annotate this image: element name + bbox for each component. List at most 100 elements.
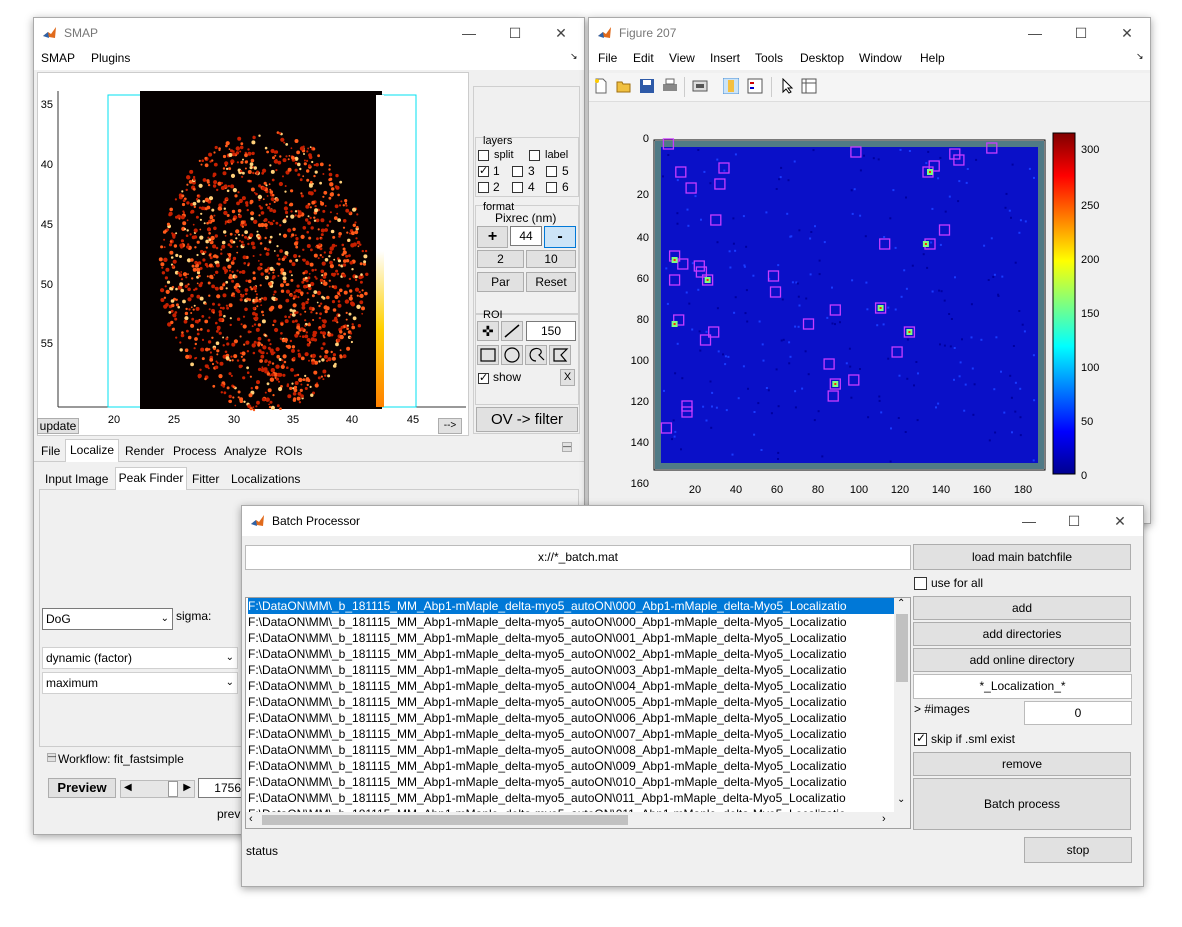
use-for-all-checkbox[interactable] [914,577,927,590]
split-checkbox[interactable] [478,150,489,161]
ellipse-roi-button[interactable] [501,345,523,365]
figure-titlebar[interactable]: Figure 207 — ☐ ✕ [589,18,1150,48]
point-roi-button[interactable]: ✜ [477,321,499,341]
chevron-down-icon[interactable]: ⌄ [897,794,905,805]
dog-select[interactable]: DoG ⌄ [42,608,173,630]
dock-arrow-icon[interactable]: ↘ [1136,51,1144,62]
chevron-left-icon[interactable]: ◀ [124,782,132,793]
workflow-collapse-button[interactable]: — [47,753,56,762]
subtab-input-image[interactable]: Input Image [45,472,108,486]
close-icon[interactable]: ✕ [550,22,572,44]
layer-1-checkbox[interactable]: ✓ [478,165,489,177]
file-list-item[interactable]: F:\DataON\MM\_b_181115_MM_Abp1-mMaple_de… [248,726,894,742]
minimize-icon[interactable]: — [1018,510,1040,532]
menu-view[interactable]: View [669,51,695,65]
file-list-item[interactable]: F:\DataON\MM\_b_181115_MM_Abp1-mMaple_de… [248,742,894,758]
file-list-item[interactable]: F:\DataON\MM\_b_181115_MM_Abp1-mMaple_de… [248,662,894,678]
frame-input[interactable]: 1756 [198,778,246,798]
menu-window[interactable]: Window [859,51,902,65]
layer-4-checkbox[interactable] [512,182,523,193]
frame-slider[interactable]: ◀ ▶ [120,780,195,798]
file-list-item[interactable]: F:\DataON\MM\_b_181115_MM_Abp1-mMaple_de… [248,774,894,790]
pixrec-2-button[interactable]: 2 [477,250,524,268]
label-checkbox[interactable] [529,150,540,161]
pointer-icon[interactable] [779,78,795,94]
load-main-batchfile-button[interactable]: load main batchfile [913,544,1131,570]
layer-3-checkbox[interactable] [512,166,523,177]
line-roi-button[interactable] [501,321,523,341]
chevron-right-icon[interactable]: › [882,813,886,825]
menu-edit[interactable]: Edit [633,51,654,65]
file-list-item[interactable]: F:\DataON\MM\_b_181115_MM_Abp1-mMaple_de… [248,694,894,710]
horizontal-scrollbar[interactable]: ‹ › [246,812,896,828]
smap-titlebar[interactable]: SMAP — ☐ ✕ [34,18,584,48]
pixrec-input[interactable]: 44 [510,226,542,246]
par-button[interactable]: Par [477,272,524,292]
delete-roi-button[interactable]: X [560,369,575,386]
skip-sml-checkbox[interactable]: ✓ [914,731,927,746]
images-input[interactable]: 0 [1024,701,1132,725]
file-list[interactable]: F:\DataON\MM\_b_181115_MM_Abp1-mMaple_de… [245,597,911,829]
file-list-item[interactable]: F:\DataON\MM\_b_181115_MM_Abp1-mMaple_de… [248,790,894,806]
zoom-out-button[interactable]: - [544,226,576,248]
tab-render[interactable]: Render [125,444,164,458]
file-list-item[interactable]: F:\DataON\MM\_b_181115_MM_Abp1-mMaple_de… [248,614,894,630]
show-roi-checkbox[interactable]: ✓ [478,372,489,384]
close-icon[interactable]: ✕ [1109,510,1131,532]
dock-arrow-icon[interactable]: ↘ [570,51,578,62]
add-online-directory-button[interactable]: add online directory [913,648,1131,672]
file-list-item[interactable]: F:\DataON\MM\_b_181115_MM_Abp1-mMaple_de… [248,678,894,694]
file-list-item[interactable]: F:\DataON\MM\_b_181115_MM_Abp1-mMaple_de… [248,630,894,646]
stop-button[interactable]: stop [1024,837,1132,863]
scroll-thumb[interactable] [896,614,908,682]
preview-button[interactable]: Preview [48,778,116,798]
colorbar-icon[interactable] [723,78,739,94]
peak-method-select[interactable]: maximum ⌄ [42,672,238,694]
remove-button[interactable]: remove [913,752,1131,776]
close-icon[interactable]: ✕ [1116,22,1138,44]
maximize-icon[interactable]: ☐ [1063,510,1085,532]
menu-file[interactable]: File [598,51,617,65]
chevron-right-icon[interactable]: ▶ [183,782,191,793]
menu-plugins[interactable]: Plugins [91,51,130,65]
batch-process-button[interactable]: Batch process [913,778,1131,830]
ov-filter-button[interactable]: OV -> filter [476,407,578,432]
scroll-thumb[interactable] [262,815,628,825]
file-list-item[interactable]: F:\DataON\MM\_b_181115_MM_Abp1-mMaple_de… [248,646,894,662]
add-directories-button[interactable]: add directories [913,622,1131,646]
tab-rois[interactable]: ROIs [275,444,302,458]
subtab-peak-finder[interactable]: Peak Finder [115,467,187,490]
subtab-fitter[interactable]: Fitter [192,472,219,486]
add-button[interactable]: add [913,596,1131,620]
layer-5-checkbox[interactable] [546,166,557,177]
open-file-icon[interactable] [616,78,632,94]
polygon-roi-button[interactable] [549,345,571,365]
menu-smap[interactable]: SMAP [41,51,75,65]
menu-insert[interactable]: Insert [710,51,740,65]
layer-6-checkbox[interactable] [546,182,557,193]
menu-help[interactable]: Help [920,51,945,65]
freehand-roi-button[interactable] [525,345,547,365]
file-pattern-input[interactable]: *_Localization_* [913,674,1132,699]
save-icon[interactable] [639,78,655,94]
legend-icon[interactable] [747,78,763,94]
superres-image-plot[interactable] [38,73,468,435]
threshold-mode-select[interactable]: dynamic (factor) ⌄ [42,647,238,669]
maximize-icon[interactable]: ☐ [1070,22,1092,44]
file-list-item[interactable]: F:\DataON\MM\_b_181115_MM_Abp1-mMaple_de… [247,598,895,615]
chevron-up-icon[interactable]: ⌃ [897,598,905,609]
tab-analyze[interactable]: Analyze [224,444,267,458]
tab-file[interactable]: File [41,444,60,458]
rect-roi-button[interactable] [477,345,499,365]
reset-button[interactable]: Reset [526,272,576,292]
zoom-in-button[interactable]: + [477,226,508,248]
tab-process[interactable]: Process [173,444,216,458]
collapse-button[interactable]: — [562,442,572,452]
property-inspector-icon[interactable] [801,78,817,94]
chevron-left-icon[interactable]: ‹ [249,813,253,825]
slider-thumb[interactable] [168,781,178,797]
file-list-item[interactable]: F:\DataON\MM\_b_181115_MM_Abp1-mMaple_de… [248,710,894,726]
batch-titlebar[interactable]: Batch Processor — ☐ ✕ [242,506,1143,536]
menu-desktop[interactable]: Desktop [800,51,844,65]
tab-localize[interactable]: Localize [65,439,119,462]
